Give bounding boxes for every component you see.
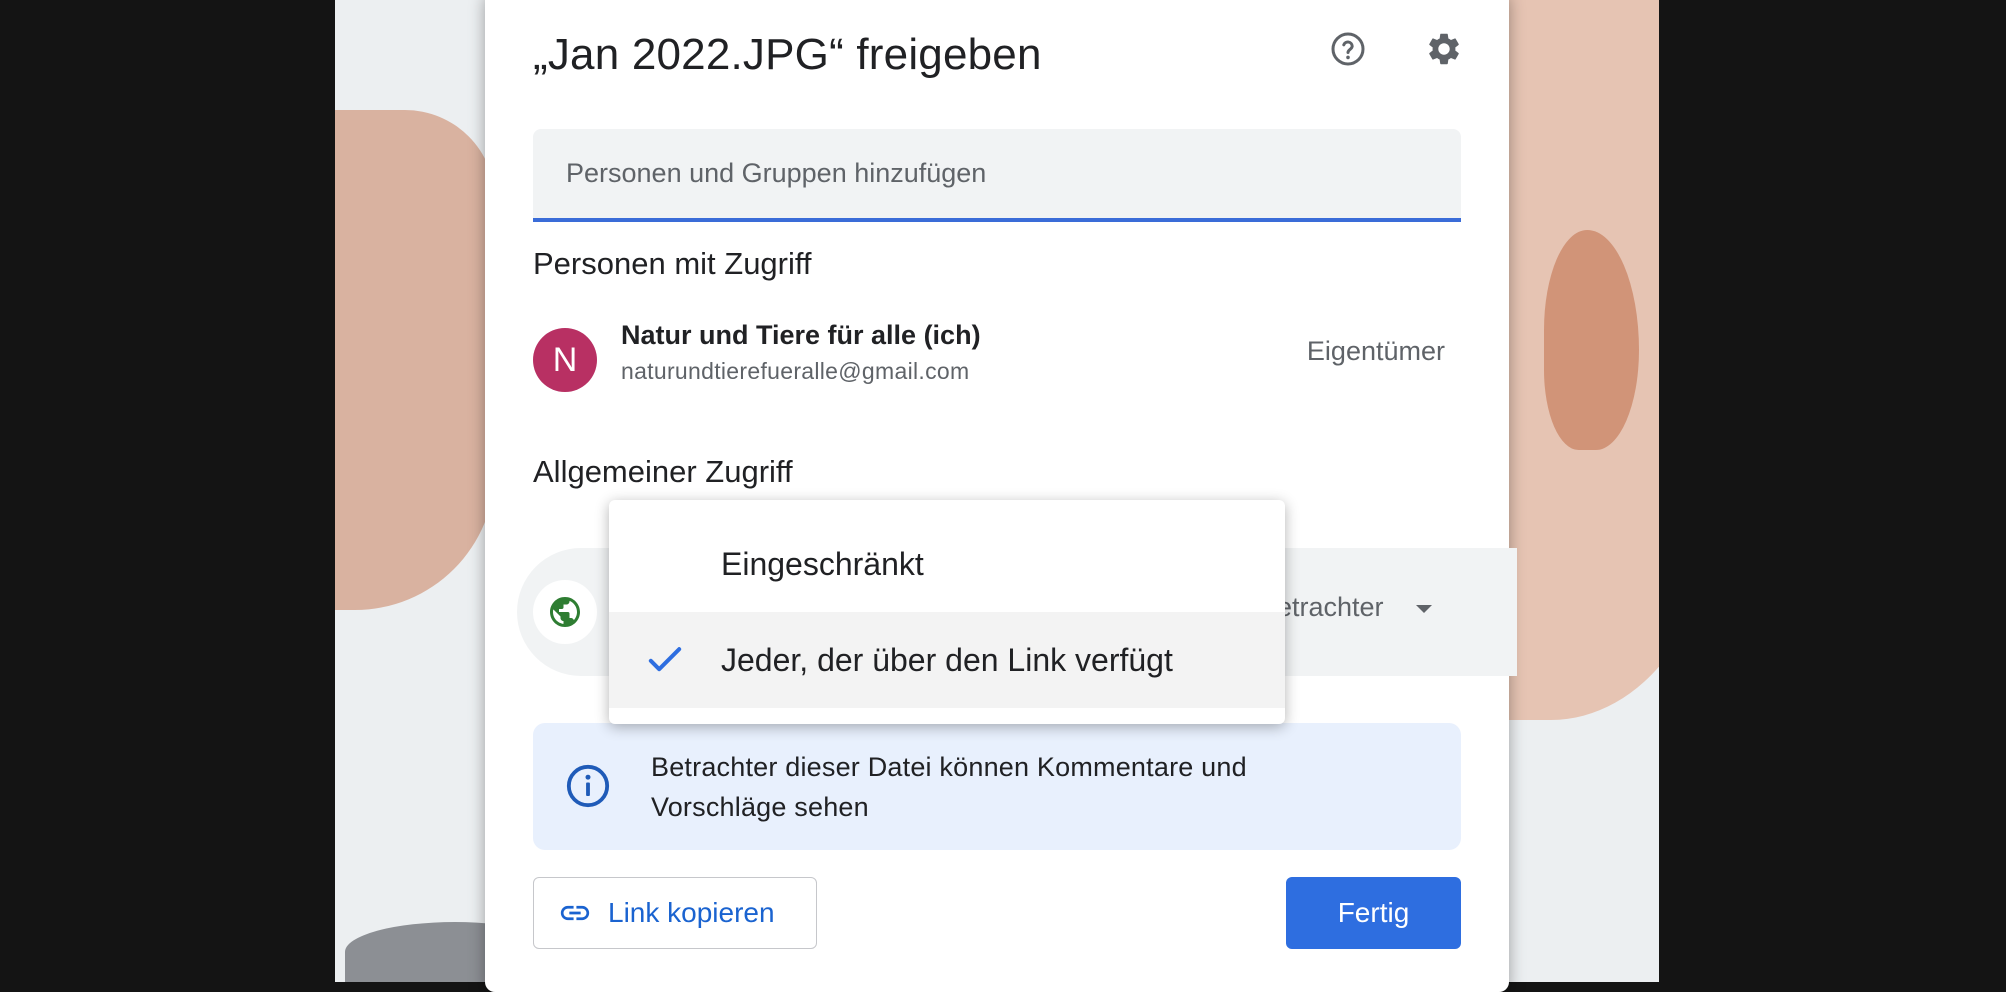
caret-down-icon [1415, 604, 1432, 613]
menu-item-restricted-label: Eingeschränkt [721, 545, 924, 582]
copy-link-button[interactable]: Link kopieren [533, 877, 817, 949]
gear-icon [1429, 33, 1459, 65]
menu-item-anyone-with-link[interactable]: Jeder, der über den Link verfügt [609, 612, 1285, 708]
share-dialog: „Jan 2022.JPG“ freigeben Personen mit Zu… [485, 0, 1517, 992]
help-button[interactable] [1320, 21, 1376, 77]
copy-link-label: Link kopieren [608, 897, 775, 928]
access-dropdown-menu: Eingeschränkt Jeder, der über den Link v… [609, 500, 1285, 724]
general-access-heading: Allgemeiner Zugriff [533, 454, 793, 489]
viewer-role-label: etrachter [1277, 592, 1384, 622]
help-circle-icon [1331, 32, 1365, 66]
dialog-title: „Jan 2022.JPG“ freigeben [533, 30, 1042, 79]
add-people-field[interactable] [533, 129, 1461, 222]
settings-button[interactable] [1416, 21, 1472, 77]
info-text-line1: Betrachter dieser Datei können Kommentar… [651, 752, 1247, 782]
checkmark-icon [648, 647, 682, 672]
add-people-input[interactable] [533, 129, 1461, 218]
person-email: naturundtierefueralle@gmail.com [621, 358, 970, 384]
done-button[interactable]: Fertig [1286, 877, 1461, 949]
avatar: N [533, 328, 597, 392]
info-text-line2: Vorschläge sehen [651, 792, 869, 822]
link-icon [558, 896, 592, 930]
info-banner: Betrachter dieser Datei können Kommentar… [533, 723, 1461, 850]
owner-role-label: Eigentümer [1306, 336, 1445, 366]
globe-icon [550, 597, 580, 627]
person-name: Natur und Tiere für alle (ich) [621, 320, 981, 350]
menu-item-anyone-label: Jeder, der über den Link verfügt [721, 641, 1173, 678]
globe-badge [533, 580, 597, 644]
viewer-role-dropdown[interactable]: etrachter [1277, 592, 1432, 623]
info-text: Betrachter dieser Datei können Kommentar… [651, 747, 1311, 827]
menu-item-restricted[interactable]: Eingeschränkt [609, 516, 1285, 612]
avatar-letter: N [552, 340, 578, 379]
people-with-access-heading: Personen mit Zugriff [533, 246, 812, 281]
photo-arm [335, 110, 495, 610]
info-icon [566, 764, 610, 808]
